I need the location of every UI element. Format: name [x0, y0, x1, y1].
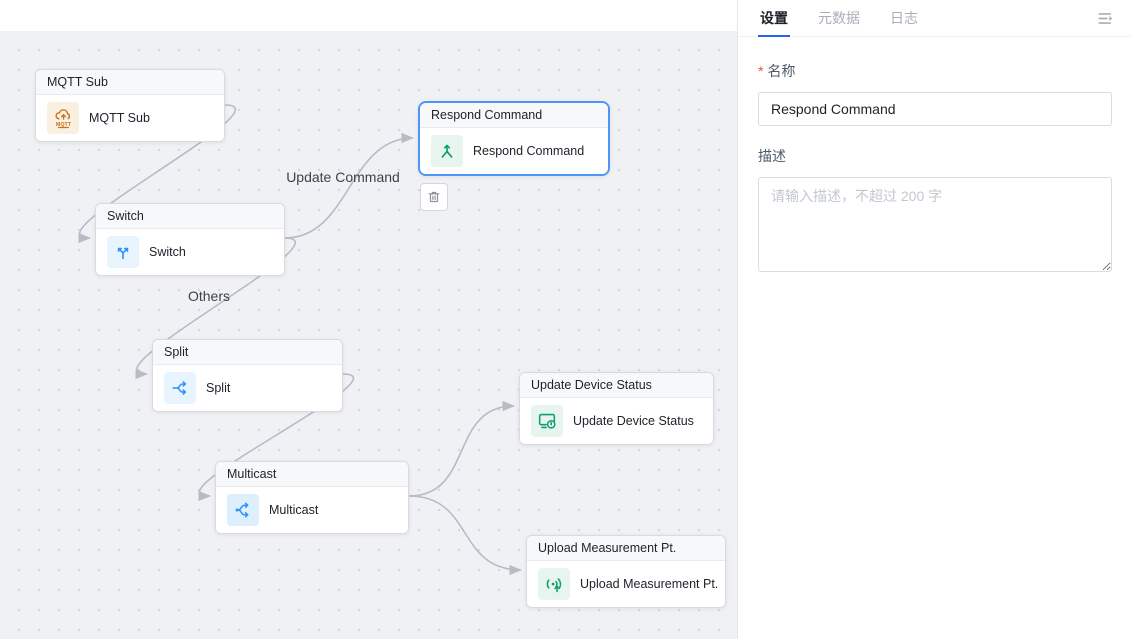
node-multicast[interactable]: Multicast Multicast: [215, 461, 409, 534]
node-split[interactable]: Split Split: [152, 339, 343, 412]
flow-editor-app: MQTT Sub MQTT MQTT Sub Switch Switch Respond …: [0, 0, 1131, 639]
mqtt-sub-icon: MQTT: [47, 102, 79, 134]
node-respond-command[interactable]: Respond Command Respond Command: [418, 101, 610, 176]
edge-switch-to-respond-command[interactable]: [285, 138, 413, 238]
node-switch[interactable]: Switch Switch: [95, 203, 285, 276]
node-label: MQTT Sub: [89, 111, 150, 125]
node-title: Multicast: [216, 462, 408, 487]
tab-logs[interactable]: 日志: [888, 0, 920, 37]
required-asterisk: *: [758, 63, 763, 79]
node-label: Multicast: [269, 503, 318, 517]
edge-multicast-to-upload-measurement-pt[interactable]: [409, 496, 521, 570]
node-label: Switch: [149, 245, 186, 259]
node-title: Update Device Status: [520, 373, 713, 398]
node-mqtt-sub[interactable]: MQTT Sub MQTT MQTT Sub: [35, 69, 225, 142]
node-upload-measurement-pt[interactable]: Upload Measurement Pt. Upload Measurement…: [526, 535, 726, 608]
node-update-device-status[interactable]: Update Device Status Update Device Status: [519, 372, 714, 445]
svg-text:MQTT: MQTT: [55, 121, 71, 127]
node-label: Respond Command: [473, 144, 584, 158]
node-title: Respond Command: [420, 103, 608, 128]
collapse-panel-icon[interactable]: [1096, 9, 1115, 28]
node-title: Switch: [96, 204, 284, 229]
node-label: Update Device Status: [573, 414, 694, 428]
edge-label-others: Others: [188, 288, 230, 304]
node-label: Split: [206, 381, 230, 395]
switch-fork-icon: [107, 236, 139, 268]
edge-multicast-to-update-device-status[interactable]: [409, 406, 514, 496]
node-title: MQTT Sub: [36, 70, 224, 95]
trash-icon: [426, 189, 442, 205]
tab-metadata[interactable]: 元数据: [816, 0, 862, 37]
description-field-label: 描述: [758, 146, 1111, 166]
merge-arrow-icon: [431, 135, 463, 167]
tab-settings[interactable]: 设置: [758, 0, 790, 37]
delete-node-button[interactable]: [420, 183, 448, 211]
node-title: Upload Measurement Pt.: [527, 536, 725, 561]
panel-tabbar: 设置 元数据 日志: [738, 0, 1131, 37]
edge-label-update-command: Update Command: [286, 169, 400, 185]
upload-signal-icon: [538, 568, 570, 600]
split-arrows-icon: [164, 372, 196, 404]
settings-panel: 设置 元数据 日志 *名称 描述: [737, 0, 1131, 639]
description-textarea[interactable]: [758, 177, 1112, 272]
node-settings-form: *名称 描述: [738, 37, 1131, 272]
node-title: Split: [153, 340, 342, 365]
name-field-label: *名称: [758, 61, 1111, 81]
node-label: Upload Measurement Pt.: [580, 577, 718, 591]
flow-canvas[interactable]: MQTT Sub MQTT MQTT Sub Switch Switch Respond …: [0, 0, 737, 639]
multicast-share-icon: [227, 494, 259, 526]
device-status-icon: [531, 405, 563, 437]
name-input[interactable]: [758, 92, 1112, 126]
